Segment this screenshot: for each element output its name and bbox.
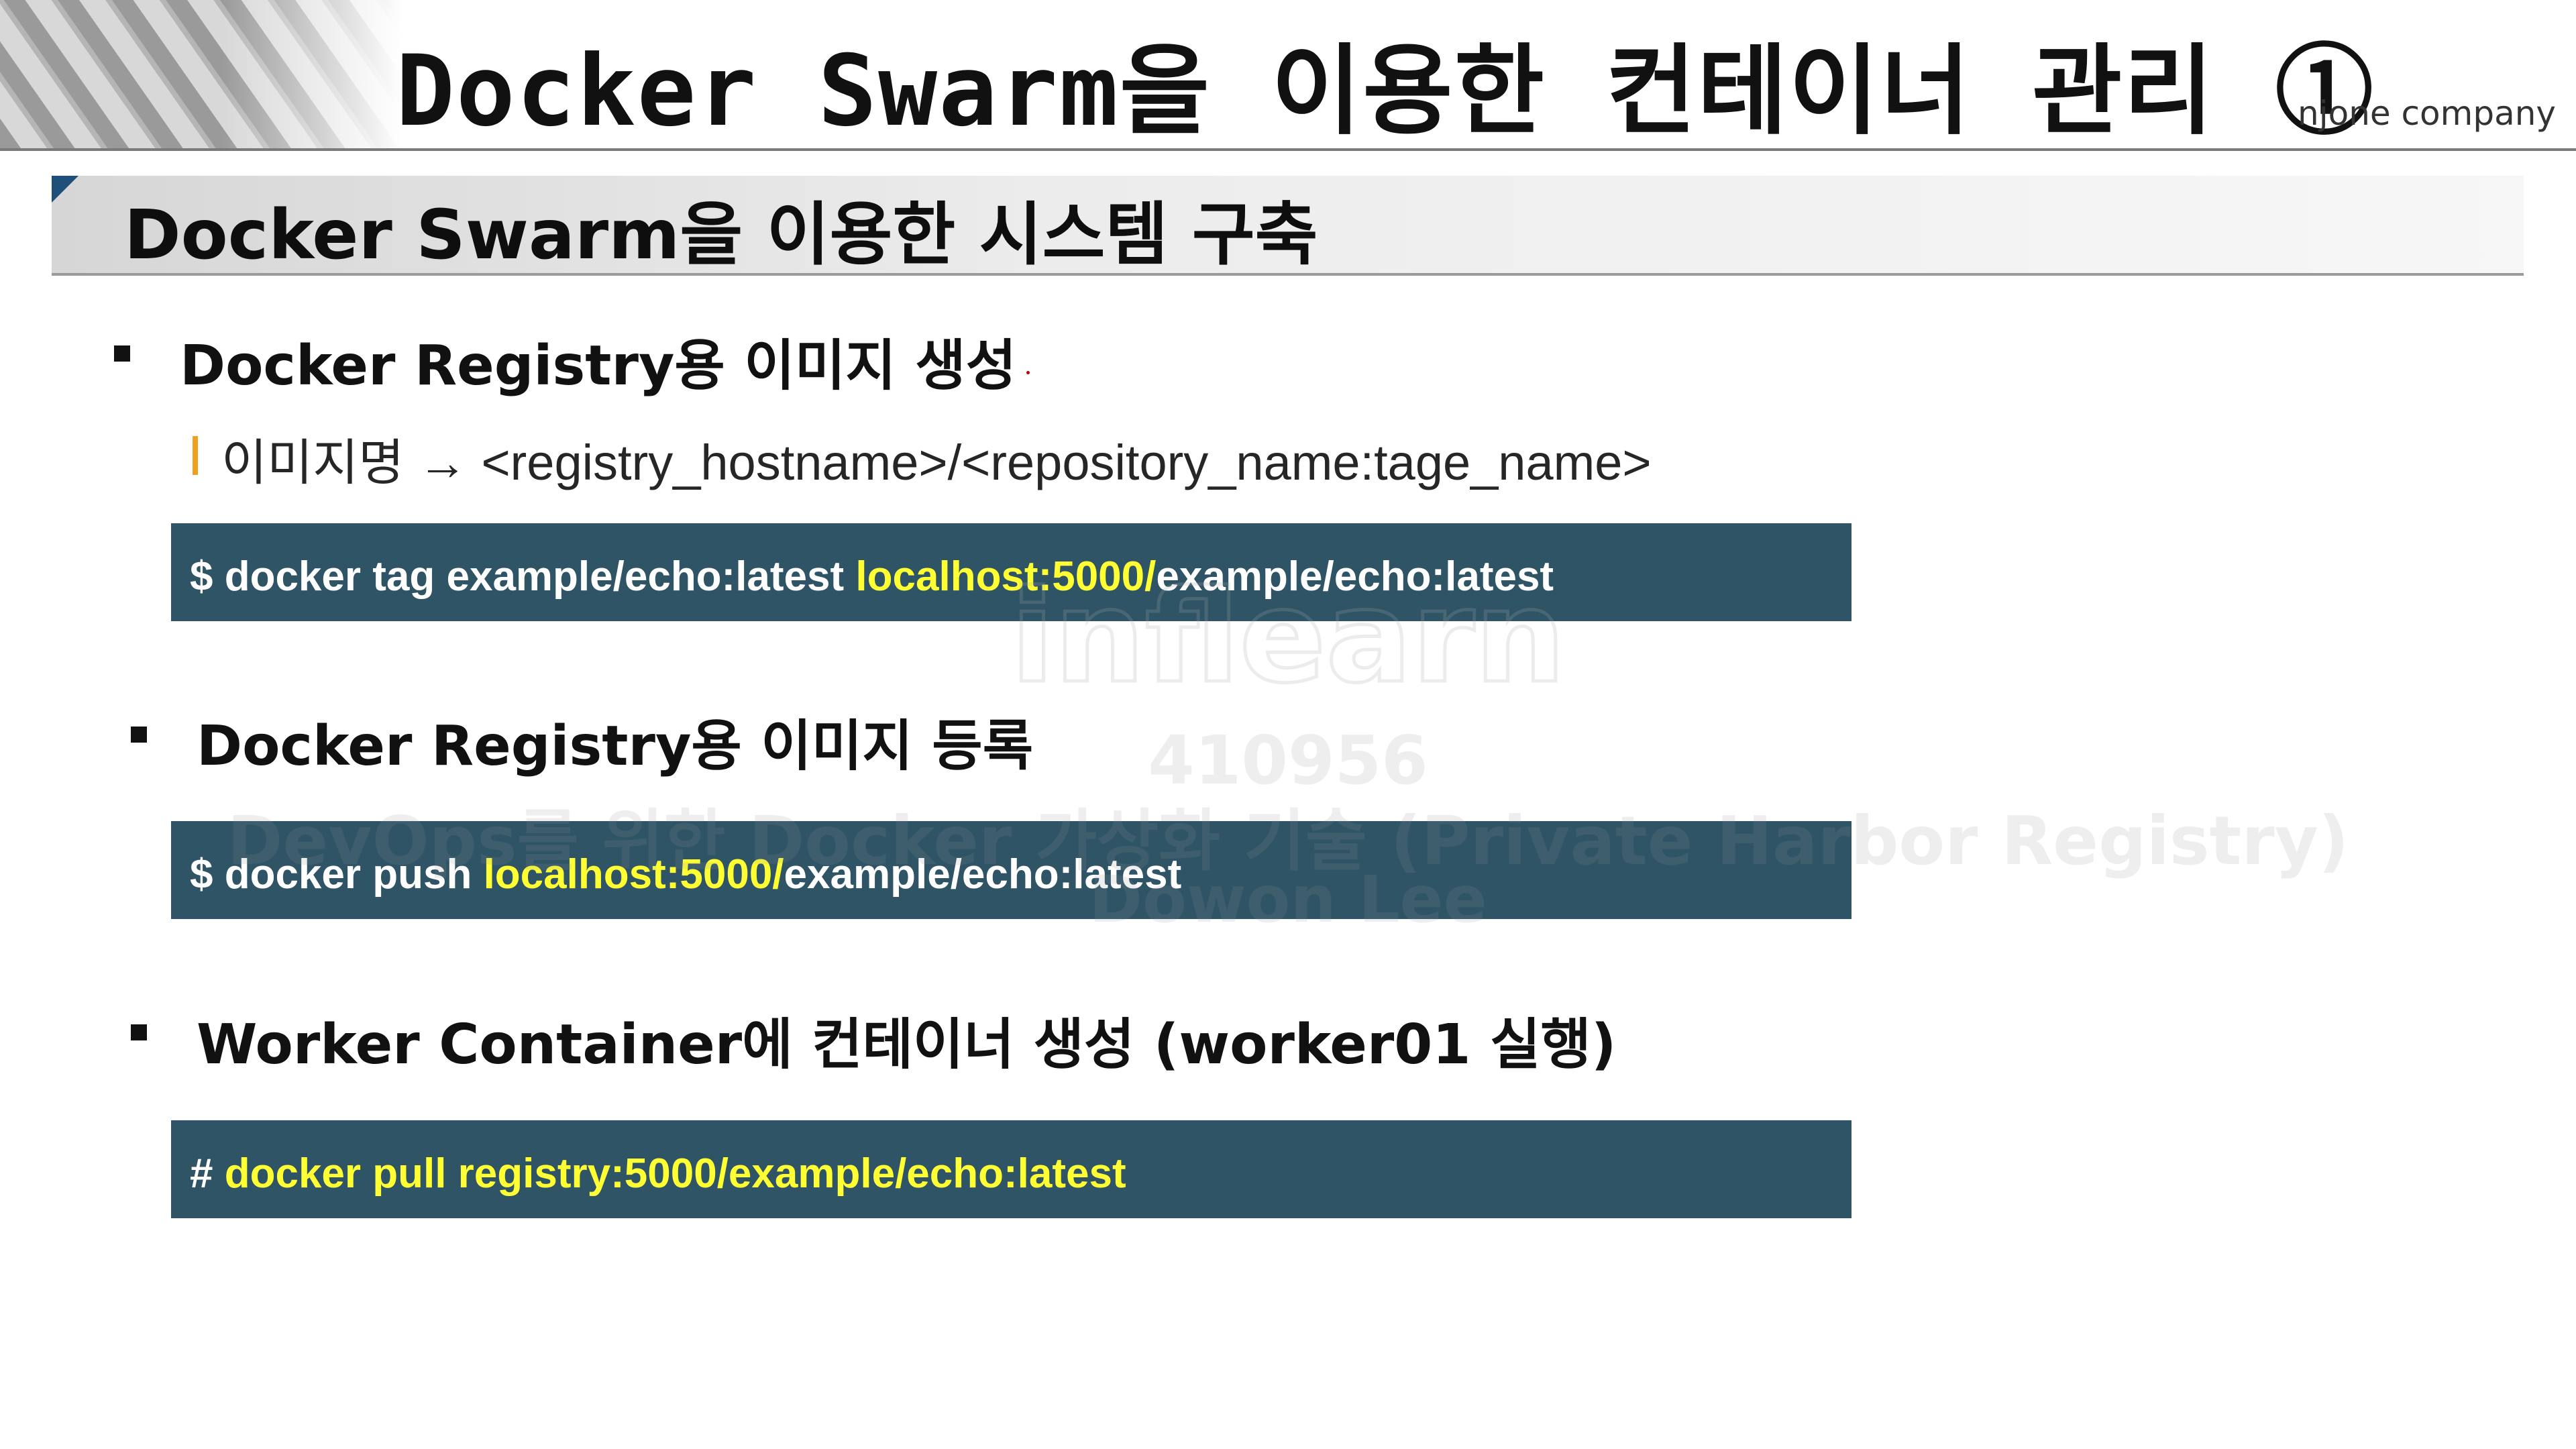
header-divider [0,148,2576,151]
section-corner-mark [52,176,78,203]
section-heading-bar: Docker Swarm을 이용한 시스템 구축 [52,176,2524,276]
code-prefix: # [190,1150,225,1197]
bullet-marker [131,1024,147,1040]
code-line: $ docker push localhost:5000/example/ech… [190,851,1181,898]
bullet-marker [131,727,147,743]
keyboard-image [0,0,402,149]
bullet-worker-container-create: Worker Container에 컨테이너 생성 (worker01 실행) [197,1013,1617,1077]
code-line: # docker pull registry:5000/example/echo… [190,1150,1126,1197]
slide-header: Docker Swarm을 이용한 컨테이너 관리 ① njone compan… [0,0,2576,149]
code-block-docker-pull: # docker pull registry:5000/example/echo… [171,1120,1851,1218]
slide-title: Docker Swarm을 이용한 컨테이너 관리 ① [396,34,2375,148]
bullet-registry-image-register: Docker Registry용 이미지 등록 [197,714,1034,778]
bullet-marker [114,345,130,362]
section-title: Docker Swarm을 이용한 시스템 구축 [124,195,1318,275]
code-suffix: example/echo:latest [1156,553,1554,600]
company-logo: njone company [2298,94,2556,133]
sub-item-marker [193,436,198,475]
code-highlight: localhost:5000/ [855,553,1157,600]
code-line: $ docker tag example/echo:latest localho… [190,553,1554,600]
code-prefix: $ docker push [190,851,484,898]
code-block-docker-push: $ docker push localhost:5000/example/ech… [171,821,1851,919]
bullet-registry-image-create: Docker Registry용 이미지 생성 [180,334,1017,398]
code-prefix: $ docker tag example/echo:latest [190,553,856,600]
code-highlight: docker pull registry:5000/example/echo:l… [224,1150,1126,1197]
code-highlight: localhost:5000/ [483,851,784,898]
laser-pointer-dot [1026,371,1030,374]
image-name-format: 이미지명 → <registry_hostname>/<repository_n… [221,435,1652,490]
code-suffix: example/echo:latest [784,851,1182,898]
code-block-docker-tag: $ docker tag example/echo:latest localho… [171,523,1851,621]
